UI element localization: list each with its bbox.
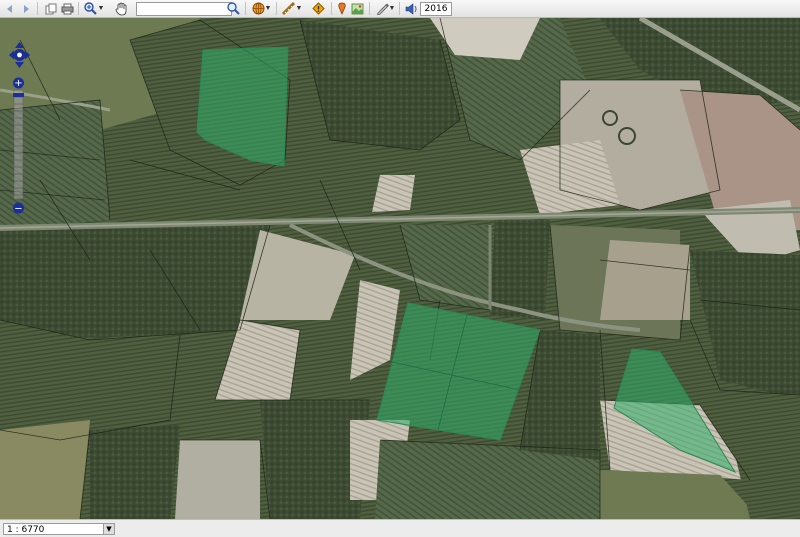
pan-arrows-icon[interactable] (8, 41, 31, 73)
nav-back-icon[interactable] (4, 1, 16, 16)
year-field[interactable]: 2016 (420, 2, 452, 16)
aerial-map[interactable]: + − (0, 18, 800, 519)
zoom-slider[interactable]: + − (12, 77, 25, 217)
scale-select[interactable]: 1 : 6770 ▼ (3, 523, 115, 535)
draw-pen-icon[interactable] (375, 1, 389, 16)
image-icon[interactable] (350, 1, 364, 16)
pin-icon[interactable] (336, 1, 348, 16)
separator (369, 2, 370, 15)
chevron-down-icon[interactable]: ▼ (103, 524, 114, 534)
search-input[interactable] (136, 2, 232, 16)
print-icon[interactable] (60, 1, 74, 16)
separator (331, 2, 332, 15)
separator (399, 2, 400, 15)
search-icon[interactable] (226, 1, 240, 16)
measure-dropdown-arrow-icon[interactable]: ▼ (296, 1, 303, 16)
zoom-in-label: + (14, 78, 22, 89)
copy-icon[interactable] (44, 1, 58, 16)
nav-forward-icon[interactable] (20, 1, 32, 16)
warning-sign-icon[interactable] (311, 1, 325, 16)
status-bar: 1 : 6770 ▼ (0, 519, 800, 537)
zoom-out-label: − (14, 204, 22, 215)
layers-dropdown-arrow-icon[interactable]: ▼ (265, 1, 272, 16)
separator (37, 2, 38, 15)
zoom-icon[interactable] (83, 1, 97, 16)
separator (78, 2, 79, 15)
pan-hand-icon[interactable] (113, 1, 129, 16)
zoom-slider-handle[interactable] (13, 93, 24, 97)
measure-icon[interactable] (281, 1, 295, 16)
toolbar: ▼ ▼ ▼ ▼ 2016 (0, 0, 800, 18)
layers-globe-icon[interactable] (251, 1, 265, 16)
zoom-dropdown-arrow-icon[interactable]: ▼ (98, 1, 105, 16)
separator (276, 2, 277, 15)
draw-dropdown-arrow-icon[interactable]: ▼ (389, 1, 396, 16)
sound-icon[interactable] (404, 1, 418, 16)
separator (245, 2, 246, 15)
scale-value: 1 : 6770 (7, 525, 45, 535)
map-canvas (0, 18, 800, 519)
